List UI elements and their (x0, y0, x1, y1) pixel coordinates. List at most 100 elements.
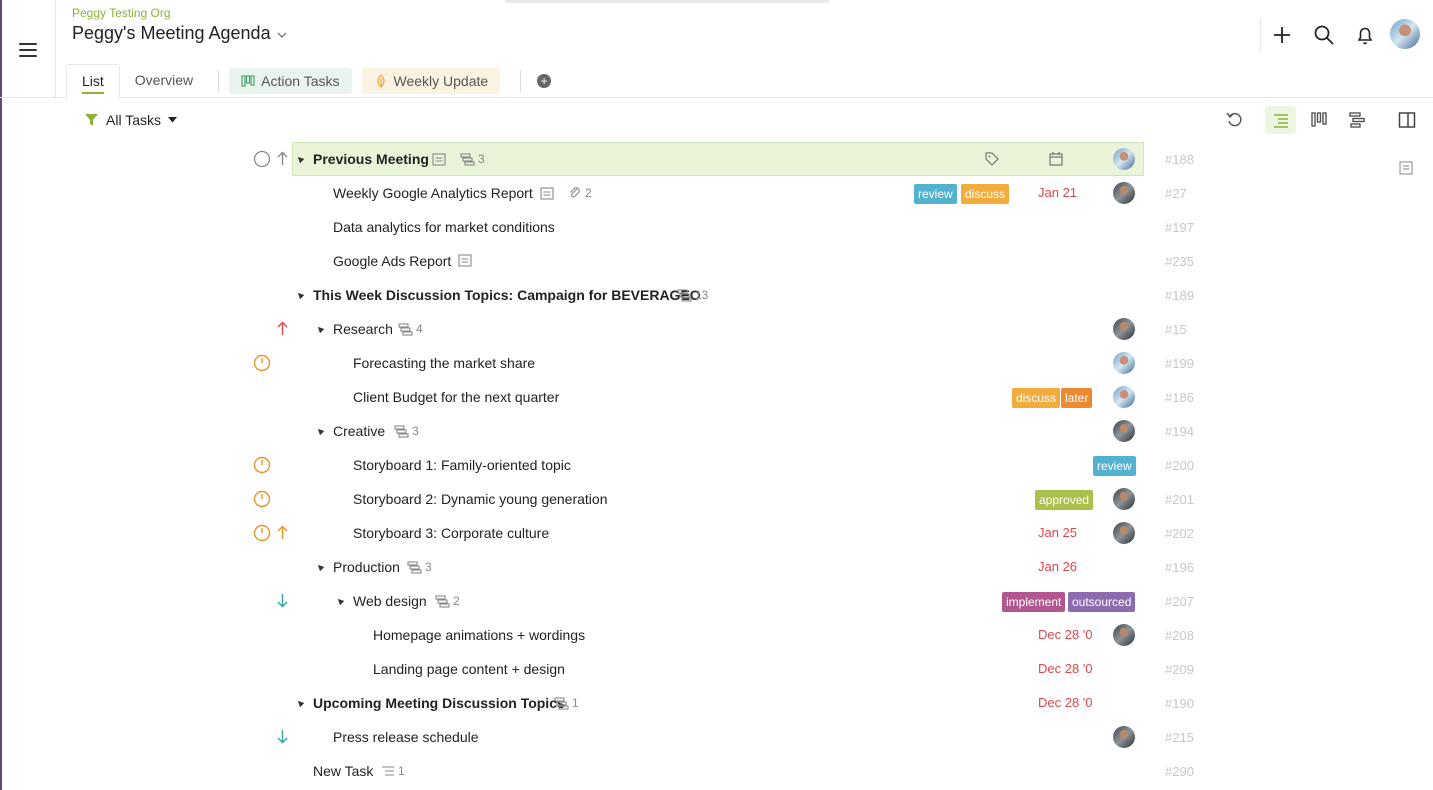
gantt-view-icon[interactable] (1347, 110, 1367, 130)
arrow-up-icon[interactable] (276, 151, 289, 166)
user-avatar[interactable] (1390, 19, 1420, 49)
task-name[interactable]: Homepage animations + wordings (373, 627, 585, 643)
tab-list[interactable]: List (66, 63, 120, 99)
arrow-up-icon[interactable] (276, 321, 289, 336)
assignee-avatar[interactable] (1113, 148, 1135, 170)
arrow-down-icon[interactable] (276, 729, 289, 744)
add-tab-icon[interactable]: + (537, 74, 552, 88)
task-name[interactable]: Storyboard 2: Dynamic young generation (353, 491, 607, 507)
collapse-triangle-icon[interactable] (315, 426, 325, 436)
tag-outsourced[interactable]: outsourced (1068, 592, 1136, 612)
task-name[interactable]: Press release schedule (333, 729, 479, 745)
list-view-icon[interactable] (1271, 110, 1291, 130)
task-row[interactable]: Creative 3 #194 (0, 414, 1433, 448)
task-row[interactable]: New Task 1 #290 (0, 754, 1433, 788)
task-name[interactable]: Upcoming Meeting Discussion Topics (313, 695, 565, 711)
due-date[interactable]: Jan 21 (1038, 185, 1077, 200)
assignee-avatar[interactable] (1113, 488, 1135, 510)
arrow-down-icon[interactable] (276, 593, 289, 608)
task-name[interactable]: This Week Discussion Topics: Campaign fo… (313, 287, 701, 303)
tab-action-tasks[interactable]: Action Tasks (229, 68, 352, 94)
task-name[interactable]: Google Ads Report (333, 253, 451, 269)
task-name[interactable]: Storyboard 3: Corporate culture (353, 525, 549, 541)
calendar-icon[interactable] (1048, 151, 1064, 167)
due-date[interactable]: Dec 28 '0 (1038, 661, 1093, 676)
board-view-icon[interactable] (1309, 110, 1329, 130)
task-row[interactable]: Previous Meeting 3 #188 (0, 142, 1433, 176)
hamburger-menu-icon[interactable] (19, 43, 37, 57)
task-row[interactable]: Web design 2 implement outsourced #207 (0, 584, 1433, 618)
task-row[interactable]: Weekly Google Analytics Report 2 review … (0, 176, 1433, 210)
tab-weekly-update[interactable]: Weekly Update (361, 68, 501, 94)
assignee-avatar[interactable] (1113, 352, 1135, 374)
task-row[interactable]: Data analytics for market conditions #19… (0, 210, 1433, 244)
tag-discuss[interactable]: discuss (1012, 388, 1061, 408)
search-icon[interactable] (1313, 24, 1335, 46)
assignee-avatar[interactable] (1113, 420, 1135, 442)
circle-status-icon[interactable] (253, 150, 271, 168)
collapse-triangle-icon[interactable] (315, 562, 325, 572)
task-row[interactable]: Homepage animations + wordings Dec 28 '0… (0, 618, 1433, 652)
task-row[interactable]: Production 3 Jan 26 #196 (0, 550, 1433, 584)
task-number: #215 (1165, 730, 1194, 745)
assignee-avatar[interactable] (1113, 386, 1135, 408)
task-row[interactable]: Google Ads Report #235 (0, 244, 1433, 278)
task-name[interactable]: Production (333, 559, 400, 575)
task-name[interactable]: Creative (333, 423, 385, 439)
task-name[interactable]: Storyboard 1: Family-oriented topic (353, 457, 571, 473)
assignee-avatar[interactable] (1113, 624, 1135, 646)
collapse-triangle-icon[interactable] (315, 324, 325, 334)
task-row[interactable]: Landing page content + design Dec 28 '0 … (0, 652, 1433, 686)
collapse-triangle-icon[interactable] (335, 596, 345, 606)
tag-review[interactable]: review (914, 184, 957, 204)
due-date[interactable]: Dec 28 '0 (1038, 695, 1093, 710)
task-filter[interactable]: All Tasks (84, 112, 177, 128)
task-row[interactable]: Storyboard 2: Dynamic young generation a… (0, 482, 1433, 516)
collapse-triangle-icon[interactable] (295, 290, 305, 300)
refresh-icon[interactable] (1225, 110, 1245, 130)
due-date[interactable]: Jan 25 (1038, 525, 1077, 540)
task-name[interactable]: Client Budget for the next quarter (353, 389, 559, 405)
in-progress-status-icon[interactable] (253, 490, 271, 508)
assignee-avatar[interactable] (1113, 522, 1135, 544)
arrow-up-icon[interactable] (276, 525, 289, 540)
task-row[interactable]: Upcoming Meeting Discussion Topics 1 Dec… (0, 686, 1433, 720)
tag-implement[interactable]: implement (1002, 592, 1066, 612)
assignee-avatar[interactable] (1113, 726, 1135, 748)
in-progress-status-icon[interactable] (253, 354, 271, 372)
task-row[interactable]: Storyboard 3: Corporate culture Jan 25 #… (0, 516, 1433, 550)
in-progress-status-icon[interactable] (253, 524, 271, 542)
tag-icon[interactable] (984, 151, 1000, 167)
task-name[interactable]: Forecasting the market share (353, 355, 535, 371)
due-date[interactable]: Jan 26 (1038, 559, 1077, 574)
due-date[interactable]: Dec 28 '0 (1038, 627, 1093, 642)
assignee-avatar[interactable] (1113, 318, 1135, 340)
tag-later[interactable]: later (1061, 388, 1093, 408)
in-progress-status-icon[interactable] (253, 456, 271, 474)
task-row[interactable]: Research 4 #15 (0, 312, 1433, 346)
org-name[interactable]: Peggy Testing Org (72, 6, 171, 20)
task-name[interactable]: Landing page content + design (373, 661, 565, 677)
task-name[interactable]: Web design (353, 593, 427, 609)
task-row[interactable]: This Week Discussion Topics: Campaign fo… (0, 278, 1433, 312)
task-row[interactable]: Storyboard 1: Family-oriented topic revi… (0, 448, 1433, 482)
tag-review[interactable]: review (1093, 456, 1136, 476)
task-name[interactable]: Previous Meeting (313, 151, 429, 167)
task-row[interactable]: Client Budget for the next quarter discu… (0, 380, 1433, 414)
task-name[interactable]: Weekly Google Analytics Report (333, 185, 533, 201)
chevron-down-icon[interactable] (276, 29, 288, 41)
page-title[interactable]: Peggy's Meeting Agenda (72, 23, 271, 44)
task-row[interactable]: Press release schedule #215 (0, 720, 1433, 754)
assignee-avatar[interactable] (1113, 182, 1135, 204)
tab-overview[interactable]: Overview (120, 64, 208, 98)
task-name[interactable]: Data analytics for market conditions (333, 219, 555, 235)
add-icon[interactable] (1271, 24, 1293, 46)
task-row[interactable]: Forecasting the market share #199 (0, 346, 1433, 380)
bell-icon[interactable] (1354, 24, 1376, 46)
task-name[interactable]: Research (333, 321, 393, 337)
tag-discuss[interactable]: discuss (961, 184, 1010, 204)
task-name[interactable]: New Task (313, 763, 373, 779)
side-panel-icon[interactable] (1397, 110, 1417, 130)
collapse-triangle-icon[interactable] (295, 698, 305, 708)
tag-approved[interactable]: approved (1035, 490, 1094, 510)
